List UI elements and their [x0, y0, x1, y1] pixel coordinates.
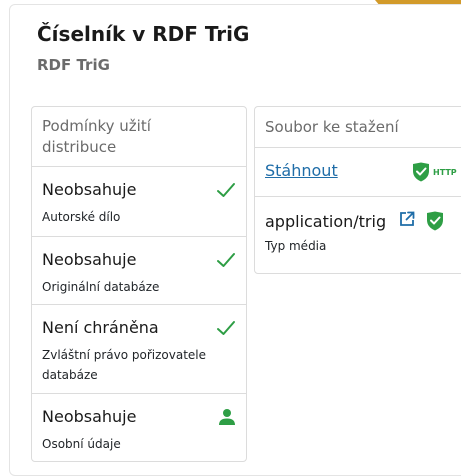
download-panel: Soubor ke stažení Stáhnout HTTP applicat…	[254, 106, 461, 274]
media-type-value: application/trig	[265, 212, 387, 231]
http-shield-icon: HTTP	[410, 162, 461, 186]
http-badge-label: HTTP	[433, 168, 457, 177]
usage-conditions-header: Podmínky užití distribuce	[32, 107, 246, 167]
usage-conditions-heading: Podmínky užití distribuce	[42, 117, 151, 156]
condition-value: Neobsahuje	[42, 180, 137, 199]
condition-label: Autorské dílo	[42, 210, 121, 224]
condition-row-author-work: Neobsahuje Autorské dílo	[32, 167, 246, 237]
condition-value: Neobsahuje	[42, 250, 137, 269]
download-header: Soubor ke stažení	[255, 107, 461, 148]
download-link[interactable]: Stáhnout	[265, 161, 338, 180]
condition-row-personal-data: Neobsahuje Osobní údaje	[32, 394, 246, 461]
page-title: Číselník v RDF TriG	[37, 22, 250, 46]
condition-row-original-database: Neobsahuje Originální databáze	[32, 237, 246, 305]
check-icon	[216, 181, 236, 203]
condition-label: Osobní údaje	[42, 437, 121, 451]
person-icon	[218, 408, 236, 430]
download-row: Stáhnout HTTP	[255, 148, 461, 197]
media-type-label: Typ média	[265, 239, 327, 253]
condition-label: Zvláštní právo pořizovatele databáze	[42, 348, 207, 382]
condition-value: Neobsahuje	[42, 407, 137, 426]
condition-label: Originální databáze	[42, 280, 160, 294]
check-icon	[216, 319, 236, 341]
check-icon	[216, 251, 236, 273]
condition-value: Není chráněna	[42, 318, 159, 337]
media-type-row: application/trig Typ média	[255, 197, 461, 273]
format-subtitle: RDF TriG	[37, 56, 110, 74]
external-link-icon[interactable]	[399, 211, 415, 231]
usage-conditions-panel: Podmínky užití distribuce Neobsahuje Aut…	[31, 106, 247, 462]
shield-check-icon	[426, 211, 444, 235]
download-heading: Soubor ke stažení	[265, 118, 399, 136]
condition-row-database-right: Není chráněna Zvláštní právo pořizovatel…	[32, 305, 246, 394]
